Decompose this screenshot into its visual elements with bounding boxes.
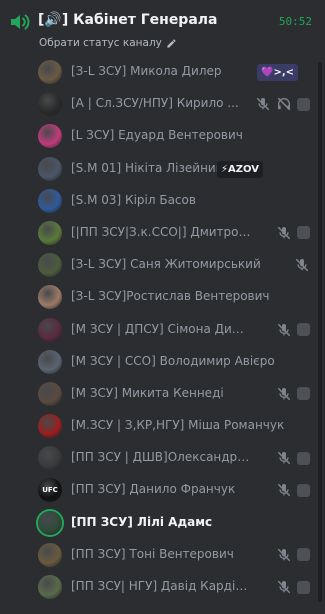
voice-user-row[interactable]: UFC [ПП ЗСУ] Данило Франчук	[32, 475, 318, 506]
status-prompt: Обрати статус каналу	[39, 37, 162, 49]
voice-user-row[interactable]: [S.M 03] Кіріл Басов	[32, 186, 318, 217]
user-name: [ПП ЗСУ] Лілі Адамс	[71, 514, 213, 529]
user-name: [S.M 01] Нікіта Лізейник	[71, 160, 223, 175]
avatar[interactable]	[38, 220, 62, 245]
voice-user-row[interactable]: [ПП ЗСУ| НГУ] Давід Кардіналов	[32, 572, 318, 603]
voice-user-row[interactable]: [З-L ЗСУ] Микола Дилер 💜>,<	[32, 57, 318, 88]
user-status-icons	[276, 547, 310, 563]
voice-user-row[interactable]: [М ЗСУ | ССО] Володимир Авієро	[32, 347, 318, 378]
voice-user-row[interactable]: [S.M 01] Нікіта Лізейник ⚡AZOV	[32, 154, 318, 185]
activity-indicator	[297, 580, 310, 594]
voice-user-row[interactable]: [М ЗСУ | ДПСУ] Сімона Дилер	[32, 315, 318, 346]
voice-user-row[interactable]: [М ЗСУ] Микита Кеннеді	[32, 379, 318, 410]
voice-user-row[interactable]: [М.ЗСУ | З,КР,НГУ] Міша Романчук	[32, 411, 318, 442]
call-timer: 50:52	[278, 15, 312, 28]
user-name: [М.ЗСУ | З,КР,НГУ] Міша Романчук	[71, 418, 285, 433]
avatar[interactable]	[38, 124, 62, 149]
muted-icon	[295, 259, 309, 272]
avatar[interactable]	[38, 156, 62, 181]
avatar[interactable]	[38, 446, 62, 471]
muted-icon	[277, 387, 291, 400]
user-name: [З-L ЗСУ]Ростислав Вентерович	[71, 289, 270, 304]
user-name: [L ЗСУ] Едуард Вентерович	[71, 128, 243, 143]
voice-user-row[interactable]: [L ЗСУ] Едуард Вентерович	[32, 121, 318, 152]
activity-indicator	[297, 226, 310, 240]
user-status-icons	[276, 322, 310, 338]
user-status-icons	[276, 450, 310, 466]
user-name: [ПП ЗСУ| НГУ] Давід Кардіналов	[71, 579, 251, 593]
avatar[interactable]	[38, 542, 62, 567]
user-name: [|ПП ЗСУ|З.к.ССО|] Дмитро К...	[71, 224, 251, 239]
deafened-icon	[277, 98, 291, 111]
user-name: [ПП ЗСУ] Тоні Вентерович	[71, 546, 234, 561]
muted-icon	[277, 323, 291, 336]
user-tag-badge: ⚡AZOV	[217, 160, 263, 178]
muted-icon	[277, 452, 291, 465]
activity-indicator	[297, 323, 310, 336]
voice-speaker-icon	[11, 14, 30, 30]
avatar[interactable]	[38, 188, 62, 213]
scrollbar[interactable]	[318, 62, 322, 602]
muted-icon	[277, 580, 291, 594]
activity-indicator	[297, 387, 310, 401]
voice-user-row[interactable]: [|ПП ЗСУ|З.к.ССО|] Дмитро К...	[32, 218, 318, 249]
avatar-logo-text: UFC	[42, 486, 58, 495]
voice-user-row[interactable]: [ПП ЗСУ] Тоні Вентерович	[32, 540, 318, 571]
voice-user-row[interactable]: [A | Сл.ЗСУ/НПУ] Кирило ...	[32, 89, 318, 120]
activity-indicator	[297, 97, 310, 111]
user-status-icons	[294, 257, 310, 273]
avatar[interactable]	[38, 414, 62, 439]
user-name: [З-L ЗСУ] Микола Дилер	[71, 64, 222, 78]
avatar[interactable]	[38, 575, 62, 599]
channel-title[interactable]: [🔊] Кабінет Генерала	[38, 12, 217, 28]
avatar[interactable]	[38, 317, 62, 342]
user-name: [М ЗСУ | ССО] Володимир Авієро	[71, 353, 275, 368]
set-channel-status[interactable]: Обрати статус каналу	[39, 37, 177, 49]
user-name: [A | Сл.ЗСУ/НПУ] Кирило ...	[71, 96, 239, 111]
user-status-icons	[255, 96, 310, 112]
muted-icon	[277, 548, 291, 561]
user-status-icons	[276, 386, 310, 402]
avatar[interactable]	[38, 92, 62, 117]
user-status-icons	[276, 225, 310, 241]
avatar[interactable]	[38, 381, 62, 406]
user-name: [З-L ЗСУ] Саня Житомирський	[71, 257, 261, 272]
user-status-icons	[276, 579, 310, 595]
muted-icon	[277, 226, 291, 240]
voice-user-row[interactable]: [ПП ЗСУ | ДШВ]Олександр Сирс...	[32, 443, 318, 474]
user-tag-badge: 💜>,<	[257, 64, 299, 81]
user-name: [ПП ЗСУ] Данило Франчук	[71, 482, 236, 497]
user-name: [S.M 03] Кіріл Басов	[71, 192, 196, 207]
avatar[interactable]	[38, 253, 62, 278]
channel-header: [🔊] Кабінет Генерала 50:52 Обрати статус…	[0, 0, 325, 56]
user-name: [М ЗСУ] Микита Кеннеді	[71, 385, 224, 400]
activity-indicator	[297, 483, 310, 497]
voice-user-row[interactable]: [З-L ЗСУ]Ростислав Вентерович	[32, 282, 318, 313]
avatar[interactable]	[38, 510, 62, 535]
user-name: [М ЗСУ | ДПСУ] Сімона Дилер	[71, 321, 251, 336]
avatar[interactable]	[38, 60, 62, 84]
pencil-icon	[167, 38, 176, 48]
muted-icon	[256, 98, 270, 111]
voice-user-row[interactable]: [З-L ЗСУ] Саня Житомирський	[32, 250, 318, 281]
muted-icon	[277, 484, 291, 497]
user-name: [ПП ЗСУ | ДШВ]Олександр Сирс...	[71, 450, 251, 465]
activity-indicator	[297, 451, 310, 465]
avatar[interactable]: UFC	[38, 478, 62, 503]
voice-user-row[interactable]: [ПП ЗСУ] Лілі Адамс	[32, 508, 318, 539]
voice-user-list: [З-L ЗСУ] Микола Дилер 💜>,< [A | Сл.ЗСУ/НП…	[32, 57, 318, 604]
activity-indicator	[297, 548, 310, 562]
avatar[interactable]	[38, 285, 62, 310]
user-status-icons	[276, 482, 310, 498]
avatar[interactable]	[38, 349, 62, 374]
